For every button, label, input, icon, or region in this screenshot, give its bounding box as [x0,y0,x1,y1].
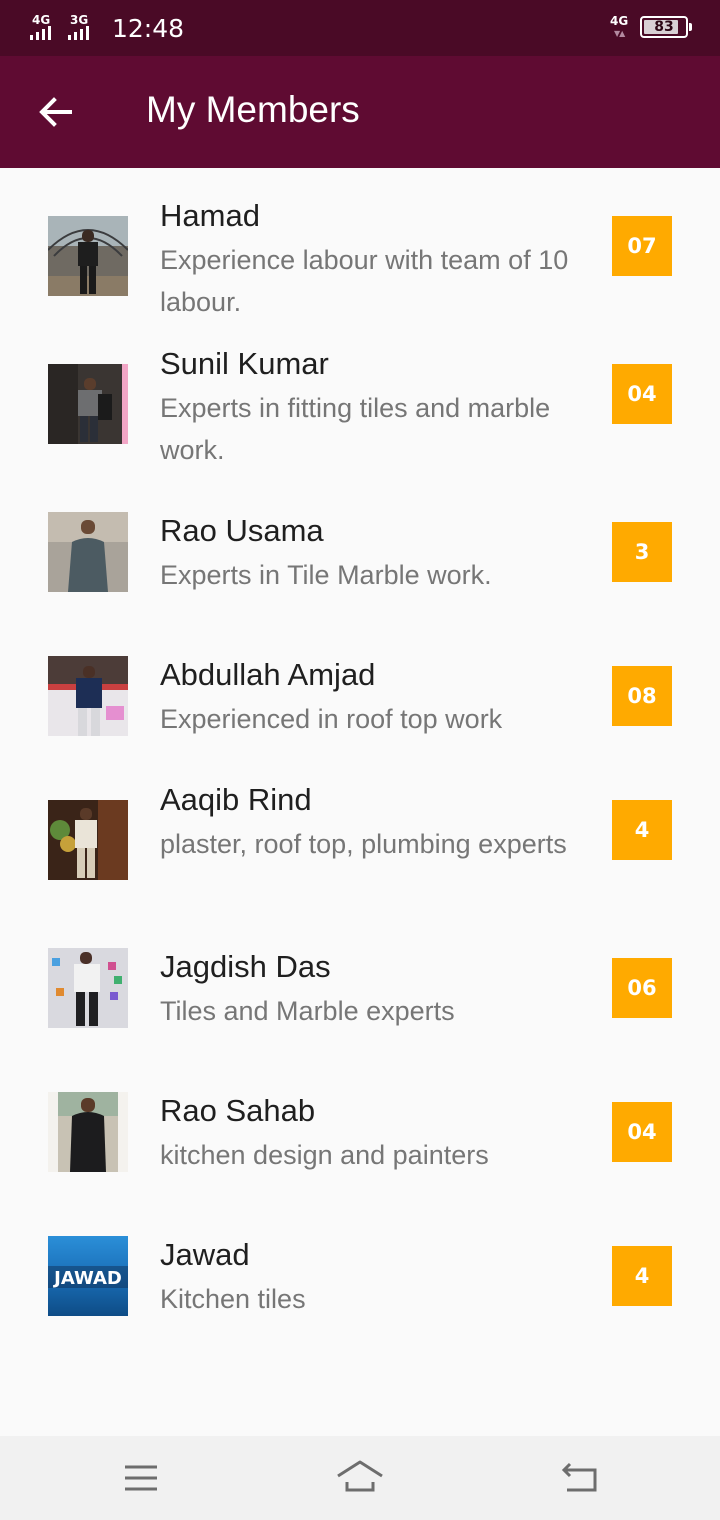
member-name: Aaqib Rind [160,782,312,817]
status-bar: 4G 3G 12:48 4G ▼▲ 83 [0,0,720,56]
list-item[interactable]: Rao Usama Experts in Tile Marble work. 3 [0,483,720,627]
back-button[interactable] [32,88,80,136]
member-description: Experts in Tile Marble work. [160,560,492,590]
member-name: Abdullah Amjad [160,657,376,692]
count-badge: 04 [612,1102,672,1162]
member-description: Experience labour with team of 10 labour… [160,245,569,317]
network-type-2: 3G [70,13,89,27]
avatar [48,800,128,880]
avatar [48,512,128,592]
list-item[interactable]: JAWAD Jawad Kitchen tiles 4 [0,1207,720,1351]
member-name: Jawad [160,1237,250,1272]
signal-icon: 3G [68,14,100,42]
list-item[interactable]: Aaqib Rind plaster, roof top, plumbing e… [0,752,720,919]
member-name: Rao Usama [160,513,324,548]
member-name: Hamad [160,198,260,233]
member-name: Sunil Kumar [160,346,329,381]
member-name: Jagdish Das [160,949,331,984]
avatar [48,216,128,296]
member-description: Experienced in roof top work [160,704,503,734]
list-item[interactable]: Hamad Experience labour with team of 10 … [0,168,720,317]
home-icon [337,1460,383,1492]
system-nav-bar [0,1436,720,1520]
avatar [48,656,128,736]
menu-button[interactable] [116,1454,166,1502]
status-right: 4G ▼▲ 83 [610,14,692,40]
avatar [48,1092,128,1172]
signal-icon: 4G [30,14,62,42]
count-badge: 07 [612,216,672,276]
network-type-right: 4G [610,14,629,28]
count-badge: 3 [612,522,672,582]
count-badge: 4 [612,1246,672,1306]
home-button[interactable] [335,1454,385,1502]
member-description: Kitchen tiles [160,1284,306,1314]
list-item[interactable]: Rao Sahab kitchen design and painters 04 [0,1063,720,1207]
data-icon: 4G ▼▲ [610,14,629,38]
avatar-text: JAWAD [52,1268,122,1289]
app-bar: My Members [0,56,720,168]
battery-icon: 83 [640,16,692,38]
member-name: Rao Sahab [160,1093,316,1128]
list-item[interactable]: Abdullah Amjad Experienced in roof top w… [0,627,720,752]
member-description: kitchen design and painters [160,1140,489,1170]
back-icon [561,1462,597,1492]
count-badge: 04 [612,364,672,424]
member-description: Tiles and Marble experts [160,996,455,1026]
count-badge: 06 [612,958,672,1018]
battery-level: 83 [654,19,674,35]
menu-icon [125,1465,157,1491]
avatar: JAWAD [48,1236,128,1316]
network-type-1: 4G [32,13,51,27]
list-item[interactable]: Sunil Kumar Experts in fitting tiles and… [0,316,720,483]
member-description: Experts in fitting tiles and marble work… [160,393,551,465]
member-description: plaster, roof top, plumbing experts [160,829,567,859]
page-title: My Members [146,89,360,130]
avatar [48,948,128,1028]
status-left: 4G 3G 12:48 [30,10,184,46]
list-item[interactable]: Jagdish Das Tiles and Marble experts 06 [0,919,720,1063]
avatar [48,364,128,444]
arrow-left-icon [39,97,72,127]
clock: 12:48 [112,13,185,43]
count-badge: 4 [612,800,672,860]
back-nav-button[interactable] [555,1454,605,1502]
count-badge: 08 [612,666,672,726]
